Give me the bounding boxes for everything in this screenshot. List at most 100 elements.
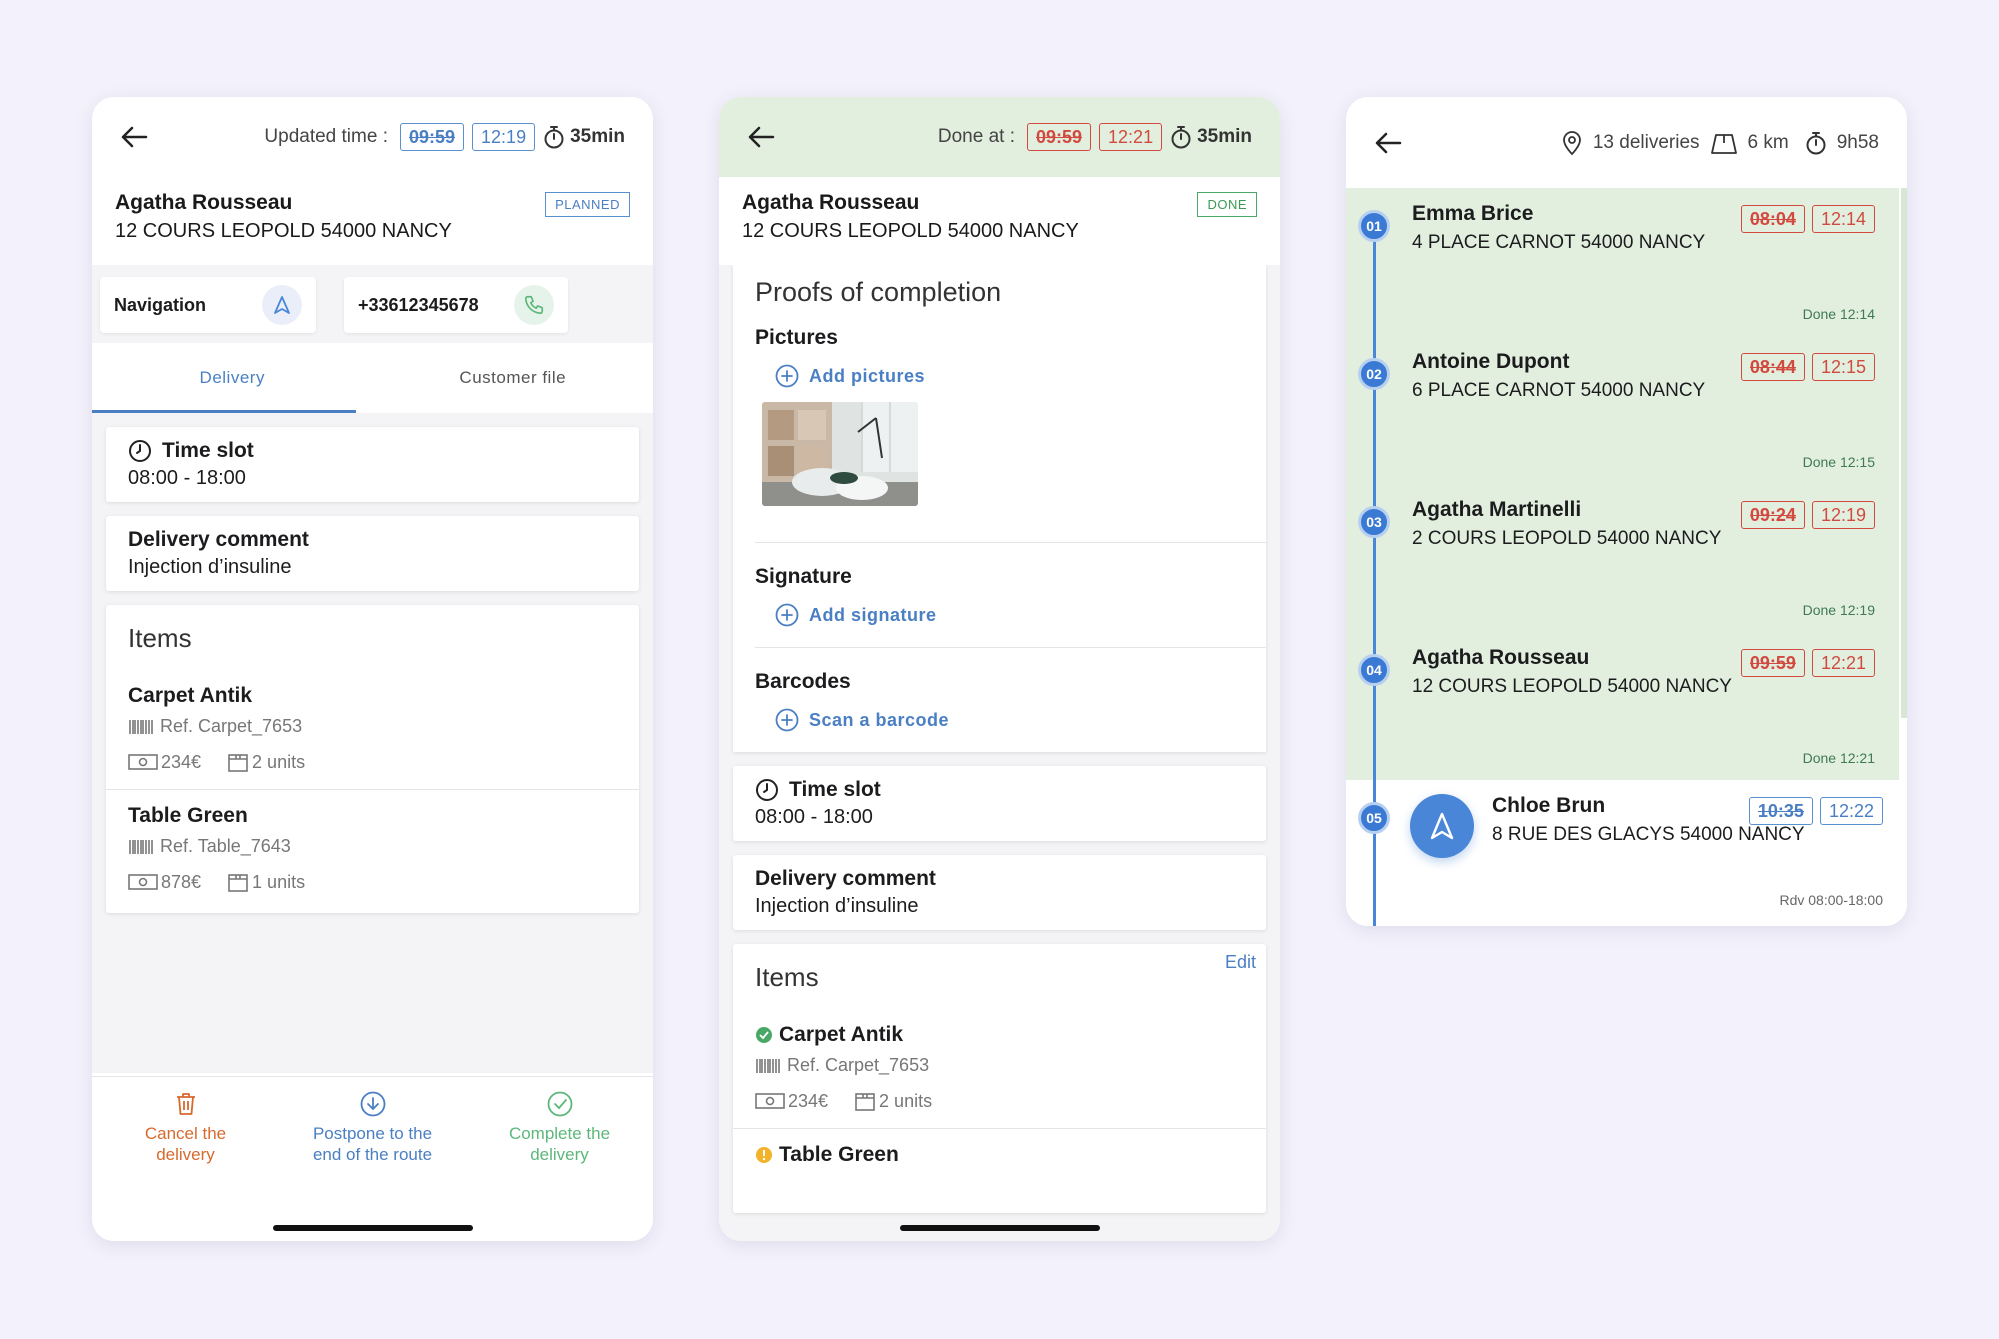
map-icon — [1710, 133, 1737, 154]
delivery-comment-card: Delivery comment Injection d’insuline — [106, 516, 639, 591]
banknote-icon — [755, 1093, 785, 1109]
back-arrow-icon[interactable] — [120, 122, 150, 152]
navigation-arrow-icon[interactable] — [1410, 794, 1474, 858]
barcode-icon — [129, 839, 153, 854]
customer-address: 12 COURS LEOPOLD 54000 NANCY — [115, 220, 452, 242]
cancel-delivery-button[interactable]: Cancel the delivery — [92, 1091, 279, 1165]
proofs-title: Proofs of completion — [755, 277, 1002, 307]
barcode-icon — [756, 1058, 780, 1073]
arrow-down-circle-icon — [360, 1091, 385, 1117]
stopwatch-icon — [1171, 126, 1191, 149]
box-icon — [228, 874, 248, 892]
comment-title: Delivery comment — [128, 528, 309, 551]
completed-delivery-screen: Done at : 09:59 12:21 35min Agatha Rouss… — [719, 97, 1280, 1241]
signature-section: Signature Add signature — [755, 565, 1266, 648]
list-item[interactable]: Carpet Antik Ref. Carpet_7653 234€ 2 uni… — [733, 1009, 1266, 1128]
duration: 35min — [543, 125, 625, 149]
tab-customer-file[interactable]: Customer file — [373, 343, 654, 413]
add-signature-button[interactable]: Add signature — [775, 603, 1266, 627]
screen-header: 13 deliveries 6 km 9h58 — [1346, 97, 1907, 188]
time-slot-title: Time slot — [162, 439, 254, 462]
plus-circle-icon — [775, 708, 799, 732]
add-pictures-button[interactable]: Add pictures — [775, 364, 1266, 388]
items-title: Items — [128, 623, 192, 653]
status-badge: PLANNED — [545, 192, 630, 217]
complete-delivery-button[interactable]: Complete the delivery — [466, 1091, 653, 1165]
list-item[interactable]: Table Green — [733, 1128, 1266, 1183]
box-icon — [228, 754, 248, 772]
proof-photo-thumbnail[interactable] — [762, 402, 918, 506]
route-distance: 6 km — [1747, 131, 1789, 153]
home-indicator — [899, 1225, 1100, 1231]
route-duration: 9h58 — [1836, 131, 1879, 153]
planned-time-badge: 09:59 — [1026, 123, 1092, 151]
check-circle-icon — [547, 1091, 572, 1117]
scrollbar[interactable] — [1901, 188, 1907, 718]
status-badge: DONE — [1197, 192, 1257, 217]
delivery-comment-card: Delivery comment Injection d’insuline — [733, 855, 1266, 930]
time-slot-card: Time slot 08:00 - 18:00 — [106, 427, 639, 502]
delivery-content: Time slot 08:00 - 18:00 Delivery comment… — [92, 413, 653, 1073]
route-stop[interactable]: 03 Agatha Martinelli 2 COURS LEOPOLD 540… — [1346, 484, 1899, 632]
barcodes-section: Barcodes Scan a barcode — [755, 670, 1266, 752]
stopwatch-icon — [544, 126, 564, 149]
banknote-icon — [128, 754, 158, 770]
active-tab-indicator — [92, 410, 356, 413]
box-icon — [855, 1093, 875, 1111]
done-time-badge: 12:21 — [1099, 123, 1163, 151]
phone-icon — [514, 285, 554, 325]
customer-name: Agatha Rousseau — [742, 191, 920, 214]
plus-circle-icon — [775, 364, 799, 388]
route-stop[interactable]: 01 Emma Brice 4 PLACE CARNOT 54000 NANCY… — [1346, 188, 1899, 336]
route-stop[interactable]: 04 Agatha Rousseau 12 COURS LEOPOLD 5400… — [1346, 632, 1899, 780]
customer-info: Agatha Rousseau 12 COURS LEOPOLD 54000 N… — [92, 177, 653, 265]
proofs-card: Proofs of completion Pictures Add pictur… — [733, 265, 1266, 752]
deliveries-count: 13 deliveries — [1592, 131, 1700, 153]
clock-icon — [129, 440, 151, 462]
back-arrow-icon[interactable] — [1374, 128, 1404, 158]
back-arrow-icon[interactable] — [747, 122, 777, 152]
comment-value: Injection d’insuline — [128, 556, 292, 578]
list-item[interactable]: Table Green Ref. Table_7643 878€ 1 units — [106, 789, 639, 909]
home-indicator — [272, 1225, 473, 1231]
stopwatch-icon — [1806, 131, 1826, 154]
route-stop-list: 01 Emma Brice 4 PLACE CARNOT 54000 NANCY… — [1346, 188, 1907, 926]
done-at-label: Done at : — [937, 126, 1015, 147]
time-slot-value: 08:00 - 18:00 — [128, 467, 246, 489]
clock-icon — [756, 779, 778, 801]
call-button[interactable]: +33612345678 — [344, 277, 568, 333]
updated-time-label: Updated time : — [264, 126, 388, 147]
tab-delivery[interactable]: Delivery — [92, 343, 373, 413]
list-item[interactable]: Carpet Antik Ref. Carpet_7653 234€ 2 uni… — [106, 670, 639, 789]
updated-time-badge: 12:19 — [472, 123, 536, 151]
trash-icon — [176, 1093, 195, 1115]
time-slot-card: Time slot 08:00 - 18:00 — [733, 766, 1266, 841]
items-card: Edit Items Carpet Antik Ref. Carpet_7653… — [733, 944, 1266, 1213]
completion-content: Proofs of completion Pictures Add pictur… — [719, 265, 1280, 1241]
customer-address: 12 COURS LEOPOLD 54000 NANCY — [742, 220, 1079, 242]
warning-status-icon — [756, 1147, 772, 1163]
route-list-screen: 13 deliveries 6 km 9h58 01 Emma Brice 4 … — [1346, 97, 1907, 926]
pictures-section: Pictures Add pictures — [755, 326, 1266, 543]
route-stop[interactable]: 02 Antoine Dupont 6 PLACE CARNOT 54000 N… — [1346, 336, 1899, 484]
postpone-button[interactable]: Postpone to the end of the route — [279, 1091, 466, 1165]
plus-circle-icon — [775, 603, 799, 627]
banknote-icon — [128, 874, 158, 890]
edit-items-link[interactable]: Edit — [1225, 952, 1256, 973]
duration: 35min — [1170, 125, 1252, 149]
tab-bar: Delivery Customer file — [92, 343, 653, 413]
barcode-icon — [129, 719, 153, 734]
navigation-arrow-icon — [262, 285, 302, 325]
screen-header: Updated time : 09:59 12:19 35min — [92, 97, 653, 177]
delivery-detail-screen: Updated time : 09:59 12:19 35min Agatha … — [92, 97, 653, 1241]
current-route-stop[interactable]: 05 Chloe Brun 8 RUE DES GLACYS 54000 NAN… — [1346, 780, 1907, 926]
planned-time-badge: 09:59 — [399, 123, 465, 151]
customer-info: Agatha Rousseau 12 COURS LEOPOLD 54000 N… — [719, 177, 1280, 265]
items-card: Items Carpet Antik Ref. Carpet_7653 234€… — [106, 605, 639, 913]
scan-barcode-button[interactable]: Scan a barcode — [775, 708, 1266, 732]
navigation-button[interactable]: Navigation — [100, 277, 316, 333]
location-pin-icon — [1562, 130, 1581, 155]
screen-header: Done at : 09:59 12:21 35min — [719, 97, 1280, 177]
action-footer: Cancel the delivery Postpone to the end … — [92, 1076, 653, 1241]
check-status-icon — [756, 1027, 772, 1043]
